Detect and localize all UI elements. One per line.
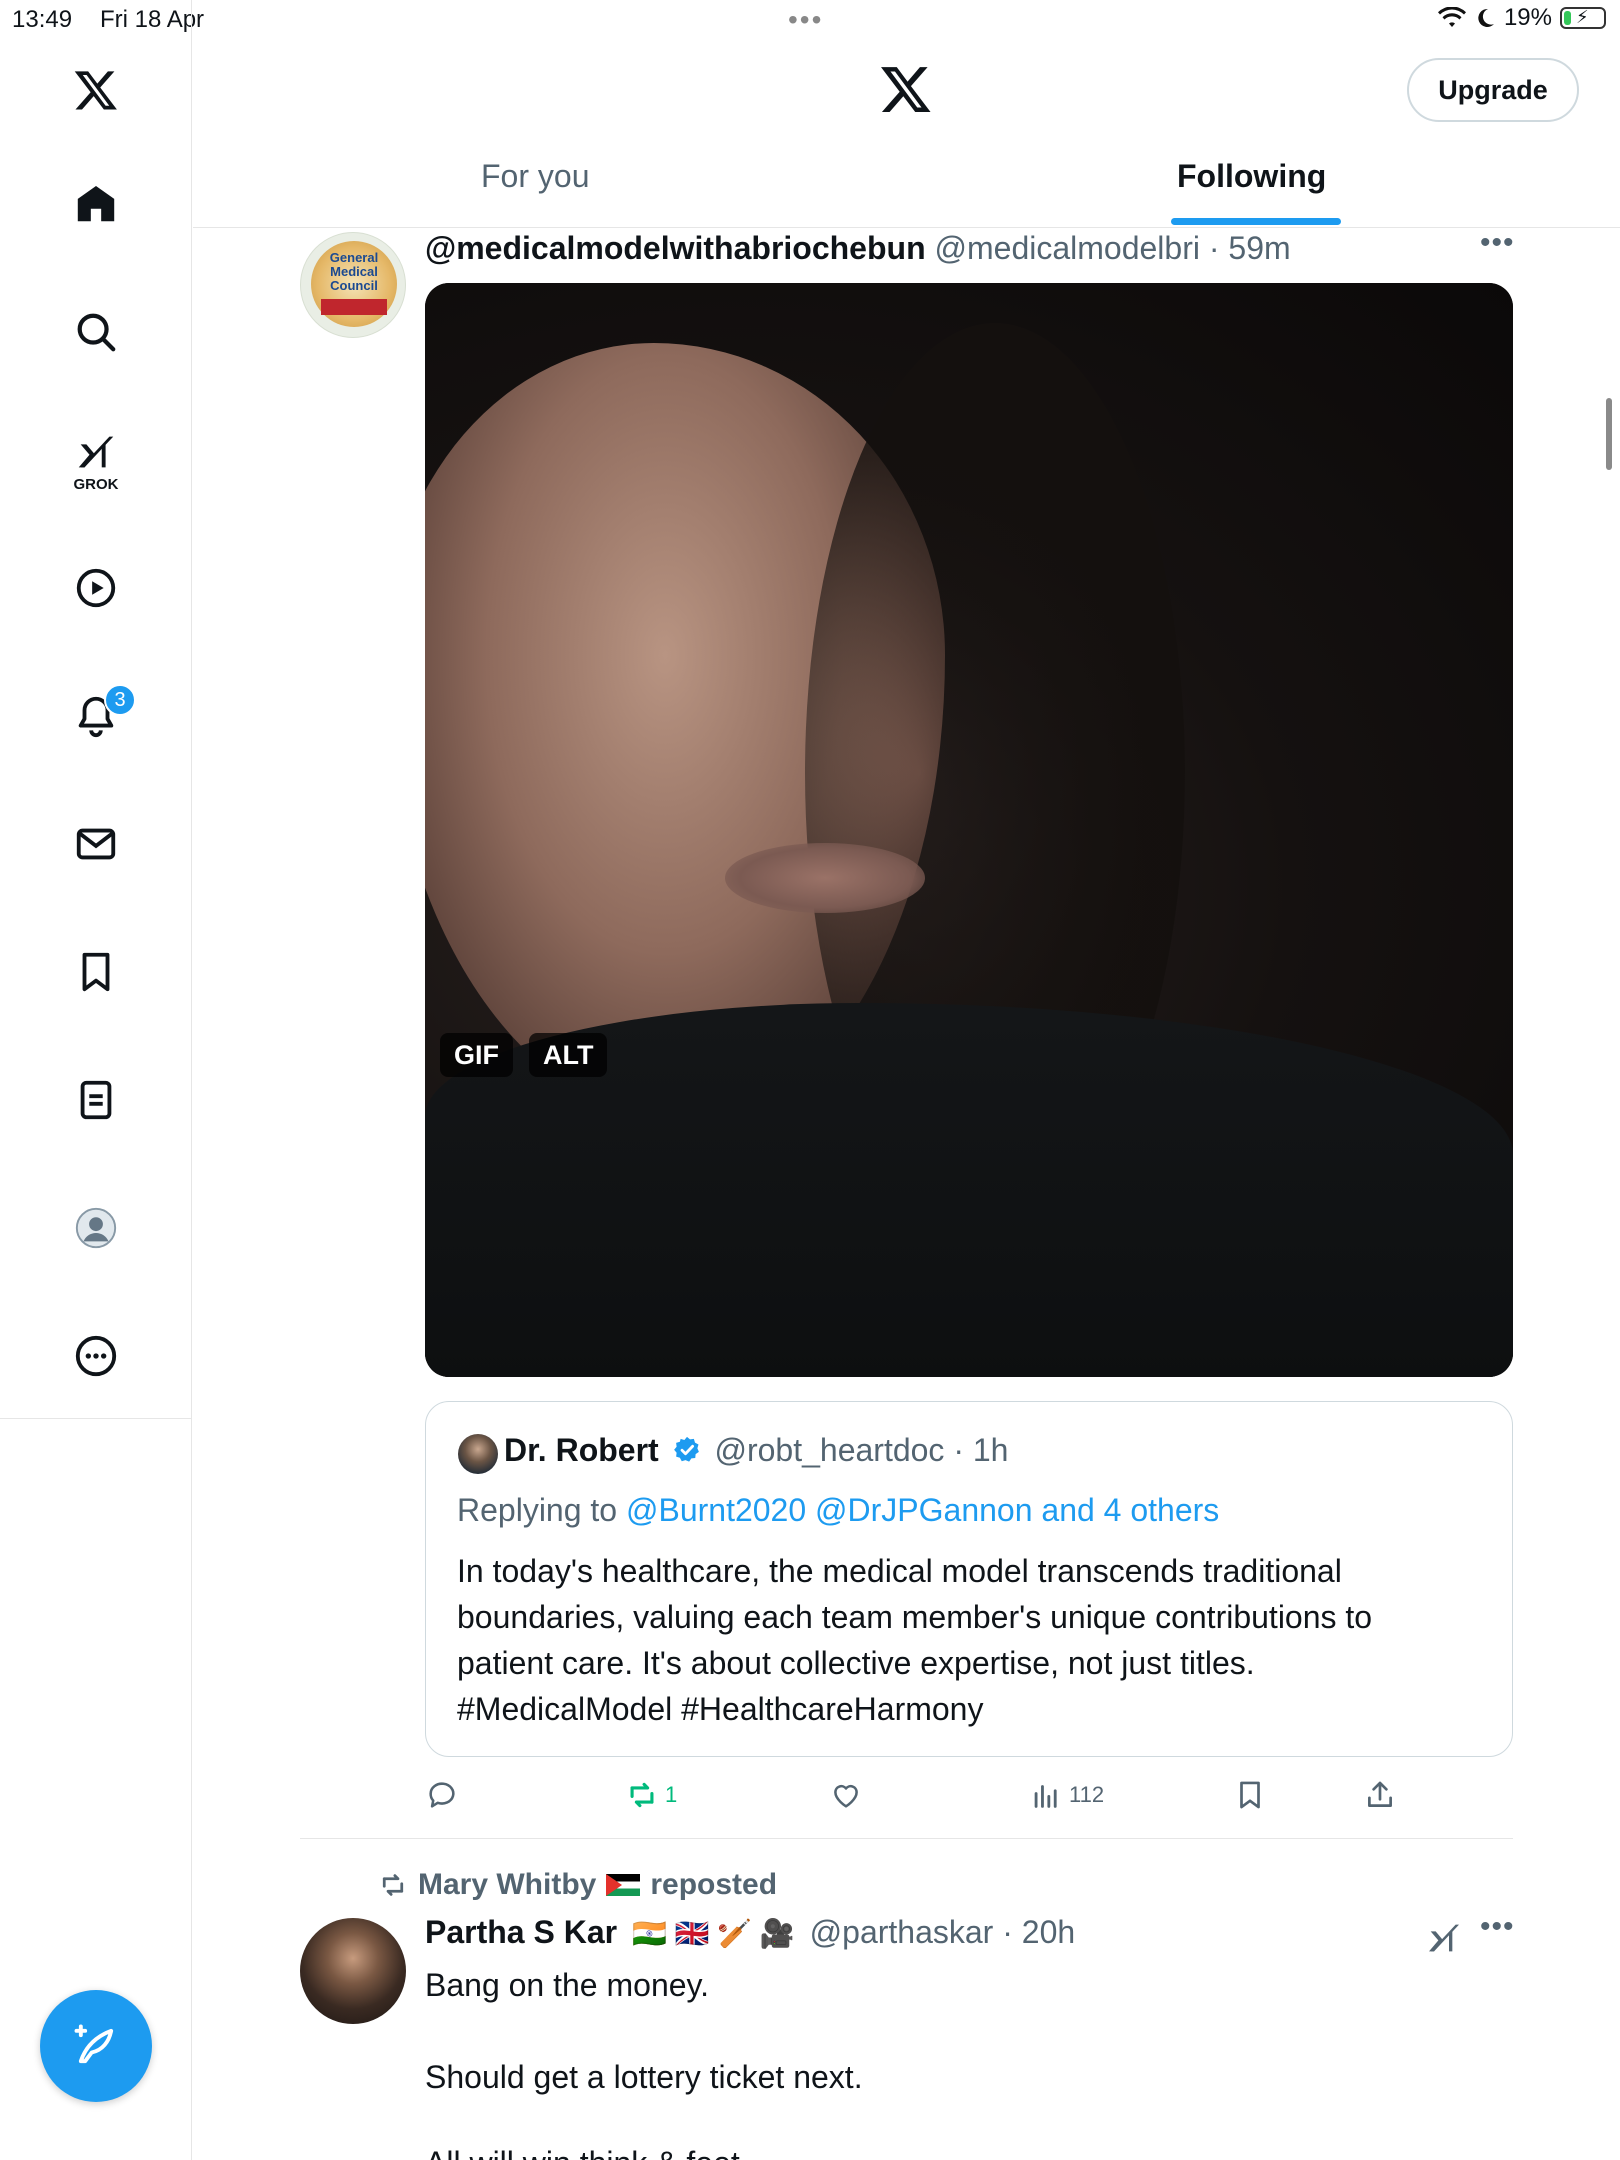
moon-icon [1478, 8, 1494, 27]
replying-to: Replying to @Burnt2020 @DrJPGannon and 4… [457, 1492, 1219, 1529]
multitasking-dots-icon[interactable]: ••• [788, 4, 823, 36]
avatar[interactable]: General Medical Council [300, 232, 406, 338]
sidebar: GROK 3 [0, 0, 192, 2160]
views-icon [1034, 1785, 1057, 1808]
author-handle[interactable]: @medicalmodelbri [935, 230, 1200, 266]
repost-count: 1 [665, 1782, 678, 1807]
views-button[interactable]: 112 [1029, 1778, 1104, 1812]
upgrade-button[interactable]: Upgrade [1407, 58, 1579, 122]
tweet-text-cut: All will win think & feet [425, 2140, 740, 2160]
status-bar: 13:49 Fri 18 Apr ••• 19% ⚡ [0, 0, 1620, 40]
reposter-name[interactable]: Mary Whitby [418, 1868, 596, 1902]
search-icon[interactable] [66, 302, 126, 362]
video-icon[interactable] [66, 558, 126, 618]
avatar-text: General Medical Council [329, 250, 379, 293]
share-button[interactable] [1363, 1778, 1397, 1812]
bookmarks-icon[interactable] [66, 942, 126, 1002]
tab-following[interactable]: Following [1177, 158, 1326, 195]
author-flags: 🇮🇳 🇬🇧 🏏 🎥 [631, 1918, 795, 1949]
quote-text: In today's healthcare, the medical model… [457, 1553, 1373, 1727]
bookmark-icon [1240, 1781, 1260, 1809]
quoted-tweet[interactable]: Dr. Robert @robt_heartdoc · 1h Replying … [425, 1401, 1513, 1757]
tweet-more-icon[interactable]: ••• [1480, 1910, 1515, 1944]
tweet-header: Partha S Kar 🇮🇳 🇬🇧 🏏 🎥 @parthaskar · 20h [425, 1914, 1075, 1951]
x-logo-icon[interactable] [66, 60, 126, 120]
more-icon[interactable] [66, 1326, 126, 1386]
tweet-time[interactable]: · 20h [1002, 1914, 1075, 1950]
like-icon [834, 1784, 858, 1808]
compose-button[interactable] [40, 1990, 152, 2102]
status-indicators: 19% ⚡ [1437, 4, 1606, 32]
gif-badge: GIF [440, 1033, 513, 1077]
alt-badge[interactable]: ALT [529, 1033, 608, 1077]
battery-percent: 19% [1503, 4, 1552, 31]
profile-icon[interactable] [66, 1198, 126, 1258]
tweet-time[interactable]: · 59m [1209, 230, 1291, 266]
avatar[interactable] [300, 1918, 406, 2024]
author-handle[interactable]: @parthaskar [810, 1914, 994, 1950]
tweet-gif-media[interactable] [425, 283, 1513, 1377]
author-name[interactable]: @medicalmodelwithabriochebun [425, 230, 926, 266]
scrollbar[interactable] [1606, 398, 1612, 470]
lists-icon[interactable] [66, 1070, 126, 1130]
quote-time: · 1h [953, 1432, 1009, 1468]
repost-small-icon [382, 1874, 404, 1896]
messages-icon[interactable] [66, 814, 126, 874]
tweet-separator [300, 1838, 1513, 1839]
palestine-flag-icon [606, 1874, 641, 1896]
compose-feather-icon [74, 2024, 114, 2064]
active-tab-indicator [1171, 218, 1341, 225]
tab-for-you[interactable]: For you [481, 158, 589, 195]
replying-to-users[interactable]: @Burnt2020 @DrJPGannon and 4 others [626, 1492, 1219, 1528]
sidebar-divider [0, 1418, 192, 1419]
grok-label: GROK [73, 476, 119, 493]
quote-author-handle: @robt_heartdoc [714, 1432, 945, 1468]
x-header-logo-icon[interactable] [879, 62, 933, 121]
notification-badge: 3 [104, 684, 136, 716]
reply-icon [429, 1782, 455, 1808]
repost-button[interactable]: 1 [625, 1778, 677, 1812]
battery-icon: ⚡ [1560, 7, 1606, 29]
repost-context: Mary Whitby reposted [378, 1868, 777, 1902]
tweet-text: Bang on the money. Should get a lottery … [425, 1967, 863, 2095]
timeline-header: Upgrade For you Following [193, 40, 1620, 228]
view-count: 112 [1069, 1782, 1105, 1807]
grok-explain-icon[interactable] [1424, 1918, 1464, 1958]
tweet-header: @medicalmodelwithabriochebun @medicalmod… [425, 230, 1291, 267]
repost-icon [630, 1782, 654, 1808]
grok-icon[interactable] [66, 422, 126, 482]
home-icon[interactable] [66, 174, 126, 234]
quote-avatar [458, 1434, 498, 1474]
reposted-label: reposted [650, 1868, 778, 1901]
quote-header: Dr. Robert @robt_heartdoc · 1h [504, 1432, 1008, 1469]
tweet-more-icon[interactable]: ••• [1480, 226, 1515, 260]
replying-prefix: Replying to [457, 1492, 626, 1528]
like-button[interactable] [829, 1778, 869, 1812]
reply-button[interactable] [425, 1778, 465, 1812]
share-icon [1368, 1781, 1392, 1807]
wifi-icon [1437, 7, 1466, 27]
author-name[interactable]: Partha S Kar [425, 1914, 617, 1950]
bookmark-button[interactable] [1233, 1778, 1267, 1812]
quote-author-name: Dr. Robert [504, 1432, 659, 1468]
tweet-actions: 1 112 [425, 1772, 1513, 1826]
verified-badge-icon [673, 1436, 699, 1462]
